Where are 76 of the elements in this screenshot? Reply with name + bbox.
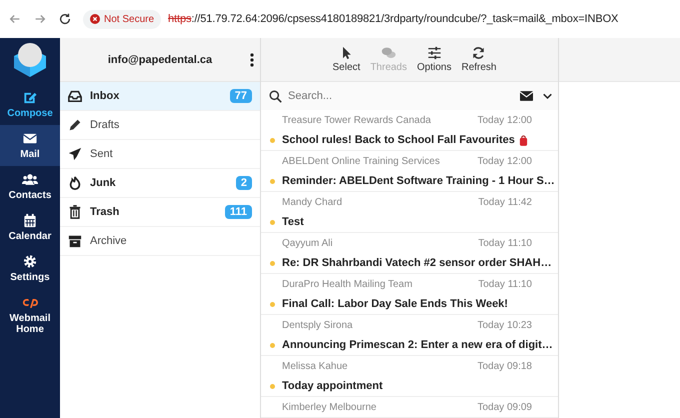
nav-item[interactable]: Contacts xyxy=(0,166,60,207)
forward-icon[interactable] xyxy=(33,12,47,26)
toolbar-button[interactable]: Select xyxy=(332,46,360,73)
folder-item[interactable]: Drafts xyxy=(60,111,260,140)
message-date: Today 09:09 xyxy=(478,402,532,412)
message-row[interactable]: Melissa Kahue Today 09:18 Today appointment xyxy=(261,356,558,397)
people-icon xyxy=(22,172,38,187)
back-icon[interactable] xyxy=(8,12,22,26)
message-row[interactable]: ABELDent Online Training Services Today 12:00 Reminder: ABELDent Software Training - 1 Hour S… xyxy=(261,151,558,192)
unread-count-badge: 111 xyxy=(224,205,252,219)
message-sender: Dentsply Sirona xyxy=(282,320,353,330)
message-sender: Treasure Tower Rewards Canada xyxy=(282,114,431,126)
message-date: Today 10:23 xyxy=(478,320,532,330)
sliders-icon xyxy=(426,46,442,60)
search-input[interactable]: Search... xyxy=(288,90,514,102)
message-sender: Kimberley Melbourne xyxy=(282,402,376,412)
message-sender: Melissa Kahue xyxy=(282,360,348,372)
search-icon xyxy=(269,90,282,102)
pencil-icon xyxy=(68,118,82,132)
message-row[interactable]: Treasure Tower Rewards Canada Today 12:00 School rules! Back to School Fall Favourites xyxy=(261,110,558,151)
refresh-icon xyxy=(471,46,486,60)
message-date: Today 11:10 xyxy=(478,278,532,290)
message-subject: Re: DR Shahrbandi Vatech #2 sensor order SHAH… xyxy=(282,257,552,269)
folder-item[interactable]: Inbox 77 xyxy=(60,82,260,111)
message-sender: Qayyum Ali xyxy=(282,238,333,248)
message-date: Today 09:18 xyxy=(478,360,532,372)
message-subject: Announcing Primescan 2: Enter a new era of digit… xyxy=(282,339,553,351)
message-row[interactable]: Mandy Chard Today 11:42 Test xyxy=(261,192,558,233)
message-date: Today 12:00 xyxy=(478,114,532,126)
speech-bubbles-icon xyxy=(381,46,396,60)
message-date: Today 12:00 xyxy=(478,156,532,166)
reload-icon[interactable] xyxy=(58,12,72,26)
more-options-icon[interactable] xyxy=(250,52,254,66)
folder-item[interactable]: Archive xyxy=(60,227,260,256)
envelope-icon[interactable] xyxy=(520,91,533,101)
nav-item[interactable]: Settings xyxy=(0,248,60,289)
message-sender: DuraPro Health Mailing Team xyxy=(282,278,412,290)
message-sender: Mandy Chard xyxy=(282,196,342,208)
message-row[interactable]: Kimberley Melbourne Today 09:09 xyxy=(261,397,558,418)
message-subject: Reminder: ABELDent Software Training - 1 Hour S… xyxy=(282,175,555,187)
folder-item[interactable]: Junk 2 xyxy=(60,169,260,198)
search-bar[interactable]: Search... xyxy=(261,82,558,110)
security-label: Not Secure xyxy=(104,14,154,24)
message-subject: Today appointment xyxy=(282,380,383,392)
message-row[interactable]: Qayyum Ali Today 11:10 Re: DR Shahrbandi Vatech #2 sensor order SHAH… xyxy=(261,233,558,274)
trash-icon xyxy=(68,205,82,219)
message-date: Today 11:10 xyxy=(478,238,532,248)
chevron-down-icon[interactable] xyxy=(543,92,552,100)
toolbar-button[interactable]: Refresh xyxy=(461,46,496,73)
flame-icon xyxy=(68,176,82,190)
folder-item[interactable]: Trash 111 xyxy=(60,198,260,227)
paper-plane-icon xyxy=(68,147,82,161)
unread-count-badge: 2 xyxy=(236,176,252,190)
folder-item[interactable]: Sent xyxy=(60,140,260,169)
inbox-tray-icon xyxy=(68,89,82,103)
unread-count-badge: 77 xyxy=(230,89,252,103)
message-sender: ABELDent Online Training Services xyxy=(282,156,440,166)
message-row[interactable]: DuraPro Health Mailing Team Today 11:10 Final Call: Labor Day Sale Ends This Week! xyxy=(261,274,558,315)
message-subject: Test xyxy=(282,216,304,228)
nav-item[interactable]: Mail xyxy=(0,125,60,166)
message-date: Today 11:42 xyxy=(478,196,532,208)
settings-icon xyxy=(22,254,38,269)
calendar-icon xyxy=(22,213,38,228)
security-chip[interactable]: Not Secure xyxy=(83,10,162,28)
nav-item[interactable]: Compose xyxy=(0,84,60,125)
toolbar-button[interactable]: Options xyxy=(417,46,452,73)
address-field[interactable]: https://51.79.72.64:2096/cpsess4180189821/3rdparty/roundcube/?_task=mail&_mbox=INBOX xyxy=(168,13,618,25)
message-subject: School rules! Back to School Fall Favourites xyxy=(282,134,515,146)
envelope-icon xyxy=(22,131,38,146)
warning-icon xyxy=(90,14,100,24)
nav-item[interactable]: Calendar xyxy=(0,207,60,248)
archive-box-icon xyxy=(68,234,82,248)
nav-item[interactable]: Webmail Home xyxy=(0,289,60,341)
account-email: info@papedental.ca xyxy=(108,54,212,66)
message-row[interactable]: Dentsply Sirona Today 10:23 Announcing Primescan 2: Enter a new era of digit… xyxy=(261,315,558,356)
message-subject: Final Call: Labor Day Sale Ends This Week! xyxy=(282,298,508,310)
